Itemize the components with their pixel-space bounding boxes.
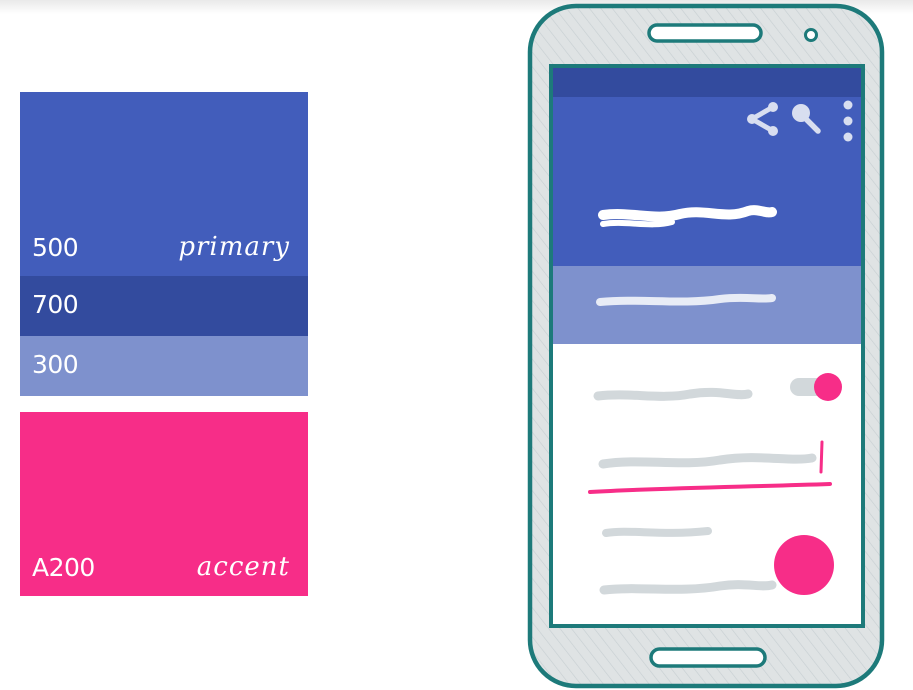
toggle-knob[interactable]	[814, 373, 842, 401]
list-item-scribble	[602, 527, 712, 537]
overflow-menu-icon[interactable]	[843, 100, 853, 142]
phone-camera	[804, 28, 818, 42]
phone-illustration	[527, 3, 885, 689]
setting-label-scribble	[593, 387, 753, 401]
toolbar-title-scribble	[600, 219, 675, 228]
text-field-input-scribble	[598, 453, 817, 469]
app-toolbar	[551, 97, 863, 267]
tab-label-scribble	[596, 293, 776, 306]
phone-screen	[549, 64, 865, 628]
list-item-scribble	[599, 580, 777, 595]
toolbar-title-scribble	[598, 205, 777, 222]
phone-home-button	[649, 647, 767, 668]
text-cursor	[819, 440, 824, 474]
status-bar	[551, 66, 863, 98]
floating-action-button[interactable]	[774, 535, 834, 595]
phone-speaker	[647, 23, 763, 43]
